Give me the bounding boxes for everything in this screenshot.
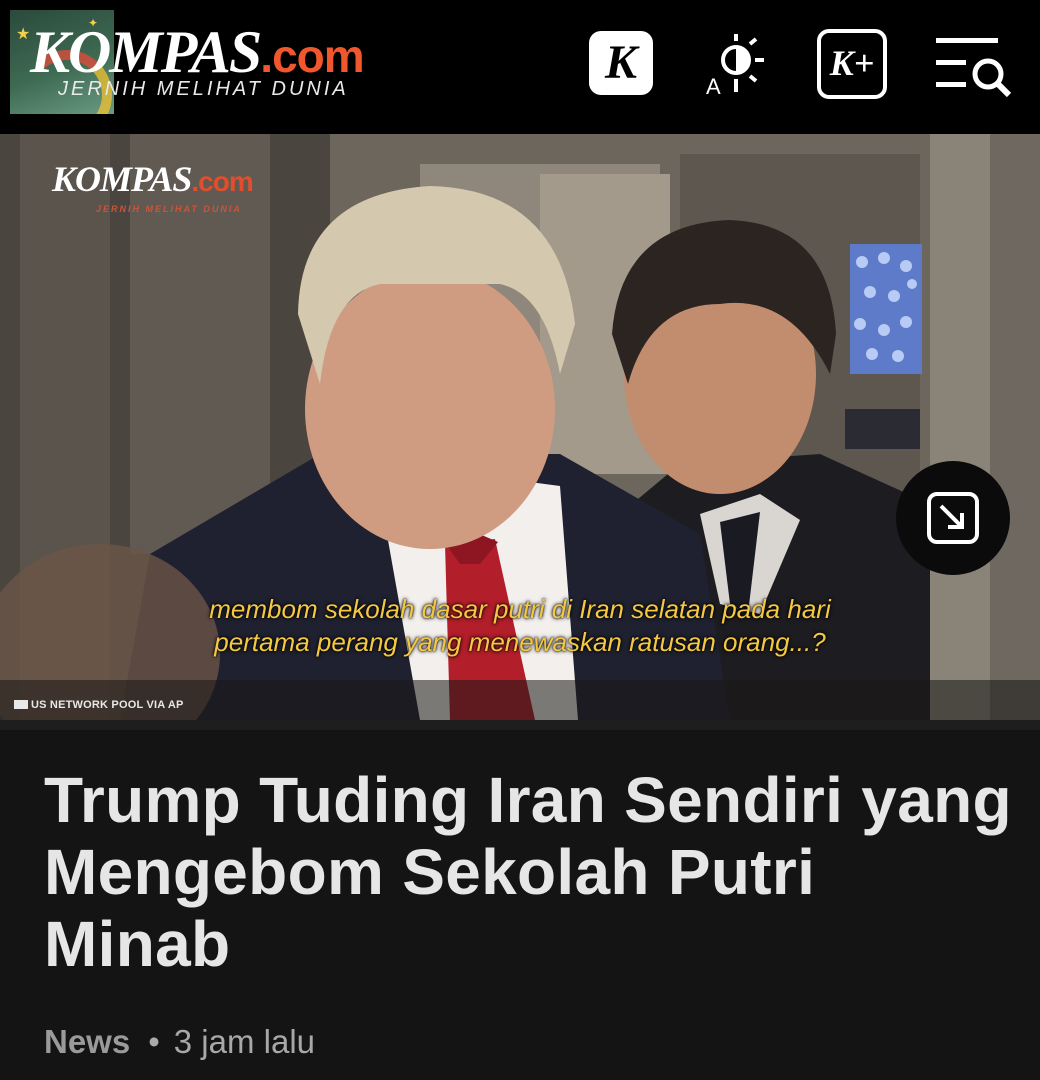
watermark-main: KOMPAS [52, 159, 192, 199]
meta-separator: • [148, 1023, 160, 1060]
video-player[interactable]: KOMPAS.com JERNIH MELIHAT DUNIA membom s… [0, 134, 1040, 720]
video-subtitle-line-2: pertama perang yang menewaskan ratusan o… [214, 627, 826, 657]
expand-pip-icon [927, 492, 979, 544]
video-credit: US NETWORK POOL VIA AP [14, 699, 184, 711]
article-category[interactable]: News [44, 1023, 130, 1060]
divider [0, 720, 1040, 730]
video-subtitle-line-1: membom sekolah dasar putri di Iran selat… [209, 594, 831, 624]
logo-suffix: .com [260, 30, 364, 82]
expand-pip-button[interactable] [896, 461, 1010, 575]
logo-main: KOMPAS [30, 19, 262, 85]
k-badge-icon[interactable]: K [589, 31, 653, 95]
article-time: 3 jam lalu [173, 1023, 316, 1060]
star-icon: ★ [16, 24, 31, 43]
article-headline[interactable]: Trump Tuding Iran Sendiri yang Mengebom … [44, 764, 1014, 980]
svg-text:A: A [706, 74, 721, 99]
credit-text: US NETWORK POOL VIA AP [31, 699, 184, 711]
kplus-icon[interactable]: K+ [817, 29, 887, 99]
watermark-tagline: JERNIH MELIHAT DUNIA [96, 204, 242, 214]
camera-icon [14, 700, 28, 709]
article-meta: News • 3 jam lalu [44, 1022, 315, 1062]
theme-toggle-icon[interactable]: A [700, 30, 772, 100]
video-watermark: KOMPAS.com [52, 158, 254, 200]
site-header: ★ ✦ KOMPAS.com JERNIH MELIHAT DUNIA K A … [0, 0, 1040, 134]
watermark-suffix: .com [191, 166, 253, 197]
menu-search-icon[interactable] [932, 30, 1014, 100]
site-tagline: JERNIH MELIHAT DUNIA [58, 78, 349, 100]
